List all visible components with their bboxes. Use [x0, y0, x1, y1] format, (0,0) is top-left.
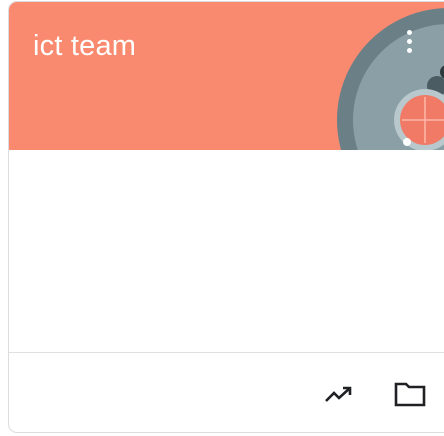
more-vert-icon-dot — [406, 38, 412, 44]
folder-icon — [394, 382, 426, 407]
class-banner: ict team — [9, 2, 444, 150]
open-folder-button[interactable] — [390, 374, 430, 414]
more-options-button[interactable] — [397, 26, 421, 56]
class-card: ict team — [8, 1, 444, 433]
banner-illustration — [337, 8, 444, 150]
class-title[interactable]: ict team — [33, 30, 136, 63]
card-divider — [9, 352, 444, 353]
open-gradebook-button[interactable] — [319, 374, 359, 414]
more-vert-icon — [406, 29, 412, 35]
more-vert-icon-dot — [406, 47, 412, 53]
trending-up-icon — [325, 386, 352, 402]
